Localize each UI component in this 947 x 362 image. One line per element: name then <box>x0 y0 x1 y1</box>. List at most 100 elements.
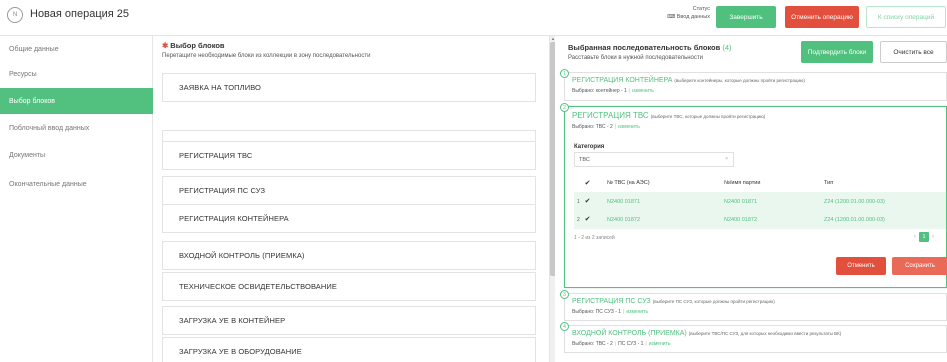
selected-prefix: Выбрано: <box>572 341 596 347</box>
status-label: Статус <box>692 6 710 12</box>
sequence-card[interactable]: 3 РЕГИСТРАЦИЯ ПС СУЗ (выберите ПС СУЗ, ко… <box>560 290 947 321</box>
next-page-icon[interactable]: › <box>932 234 934 240</box>
sequence-card[interactable]: 4 ВХОДНОЙ КОНТРОЛЬ (ПРИЕМКА) (выберите ТВ… <box>560 322 947 353</box>
sidebar-item-documents[interactable]: Документы <box>0 142 153 168</box>
sequence-card-title: РЕГИСТРАЦИЯ ТВС (выберите ТВС, которые до… <box>572 111 765 120</box>
tvs-number-cell: N2400 01872 <box>607 216 641 223</box>
selected-item: ПС СУЗ - 1 <box>618 341 644 347</box>
table-row[interactable]: 1 ✔ N2400 01871 N2400 01871 Z24 (1200.01… <box>574 192 946 212</box>
sequence-number: 4 <box>560 322 569 331</box>
required-star-icon: ✱ <box>162 41 169 50</box>
block-card[interactable]: ЗАЯВКА НА ТОПЛИВО <box>162 73 536 102</box>
sidebar-item-block-data-entry[interactable]: Поблочный ввод данных <box>0 115 153 141</box>
row-checkbox[interactable]: ✔ <box>584 210 594 229</box>
batch-cell: N2400 01872 <box>724 216 758 223</box>
checkmark-icon: ✔ <box>584 198 591 205</box>
to-operation-list-button[interactable]: К списку операций <box>866 6 946 28</box>
sequence-title: Выбранная последовательность блоков (4) <box>568 43 732 52</box>
status-value: ⌨ Ввод данных <box>660 13 710 21</box>
block-collection-title: ✱ Выбор блоков <box>162 41 225 50</box>
block-collection-subtitle: Перетащите необходимые блоки из коллекци… <box>162 53 371 59</box>
sequence-card-note: (выберите ТВС, которые должны пройти рег… <box>650 114 766 119</box>
operation-icon: N <box>7 7 23 23</box>
block-card[interactable]: РЕГИСТРАЦИЯ ТВС <box>162 141 536 170</box>
sequence-card-title: РЕГИСТРАЦИЯ КОНТЕЙНЕРА (выберите контейне… <box>572 77 805 84</box>
block-card[interactable]: ЗАГРУЗКА УЕ В ОБОРУДОВАНИЕ <box>162 337 536 362</box>
sequence-card-title-text: РЕГИСТРАЦИЯ ТВС <box>572 111 649 120</box>
page-number[interactable]: 1 <box>919 232 929 242</box>
cancel-operation-button[interactable]: Отменить операцию <box>785 6 859 28</box>
header-bar: N Новая операция 25 Статус ⌨ Ввод данных… <box>0 0 947 36</box>
type-cell: Z24 (1200.01.00.000-03) <box>824 198 885 205</box>
change-link[interactable]: изменить <box>649 341 671 347</box>
sequence-card-note: (выберите контейнеры, которые должны про… <box>674 78 805 83</box>
select-all-checkbox[interactable]: ✔ <box>584 174 594 192</box>
page-title: Новая операция 25 <box>30 8 130 20</box>
block-card[interactable]: РЕГИСТРАЦИЯ ПС СУЗ <box>162 176 536 205</box>
sequence-subtitle: Расставьте блоки в нужной последовательн… <box>568 55 703 61</box>
sidebar-item-block-selection[interactable]: Выбор блоков <box>0 88 153 114</box>
sidebar-item-final-data[interactable]: Окончательные данные <box>0 171 153 197</box>
sequence-panel: Выбранная последовательность блоков (4) … <box>555 36 947 362</box>
sequence-number: 1 <box>560 69 569 78</box>
change-link[interactable]: изменить <box>632 88 654 94</box>
confirm-blocks-button[interactable]: Подтвердить блоки <box>801 41 873 63</box>
pagination: ‹ 1 › <box>914 231 934 243</box>
selected-item: контейнер - 1 <box>595 88 627 94</box>
checkmark-icon: ✔ <box>584 216 591 223</box>
category-select[interactable]: ТВС × <box>574 152 734 167</box>
table-row[interactable]: 2 ✔ N2400 01872 N2400 01872 Z24 (1200.01… <box>574 210 946 230</box>
category-label: Категория <box>574 144 605 150</box>
finish-button[interactable]: Завершить <box>716 6 776 28</box>
tvs-number-cell: N2400 01871 <box>607 198 641 205</box>
sidebar-item-resources[interactable]: Ресурсы <box>0 61 153 87</box>
column-header[interactable]: №/имя партии <box>724 174 760 192</box>
clear-icon[interactable]: × <box>725 156 728 162</box>
selected-prefix: Выбрано: <box>572 88 596 94</box>
block-card[interactable]: ЗАГРУЗКА УЕ В КОНТЕЙНЕР <box>162 306 536 335</box>
sidebar: Общие данные Ресурсы Выбор блоков Поблоч… <box>0 36 153 362</box>
sequence-card-title: РЕГИСТРАЦИЯ ПС СУЗ (выберите ПС СУЗ, кото… <box>572 298 775 305</box>
category-select-value: ТВС <box>579 156 590 163</box>
sequence-card-selection: Выбрано: ТВС - 2 | изменить <box>572 124 640 130</box>
column-header[interactable]: № ТВС (на АЭС) <box>607 174 650 192</box>
row-number: 1 <box>577 198 580 205</box>
sequence-number: 2 <box>560 103 569 112</box>
selected-item: ТВС - 2 <box>595 341 613 347</box>
sequence-card-title-text: ВХОДНОЙ КОНТРОЛЬ (ПРИЕМКА) <box>572 330 687 337</box>
card-cancel-button[interactable]: Отменить <box>836 257 886 275</box>
block-collection-title-text: Выбор блоков <box>170 41 225 50</box>
block-card[interactable]: ТЕХНИЧЕСКОЕ ОСВИДЕТЕЛЬСТВОВАНИЕ <box>162 272 536 301</box>
card-save-button[interactable]: Сохранить <box>892 257 947 275</box>
sequence-card-note: (выберите ТВС/ПС СУЗ, для которых необхо… <box>688 331 842 336</box>
selected-prefix: Выбрано: <box>572 124 596 130</box>
sequence-card-selection: Выбрано: ПС СУЗ - 1 | изменить <box>572 309 649 315</box>
clear-all-button[interactable]: Очистить все <box>880 41 947 63</box>
status-value-text: Ввод данных <box>676 14 710 20</box>
sequence-card-selection: Выбрано: ТВС - 2 | ПС СУЗ - 1 | изменить <box>572 341 671 347</box>
sequence-card-expanded[interactable]: 2 РЕГИСТРАЦИЯ ТВС (выберите ТВС, которые … <box>560 103 947 288</box>
column-header[interactable]: Тип <box>824 174 833 192</box>
sequence-card-title-text: РЕГИСТРАЦИЯ КОНТЕЙНЕРА <box>572 77 673 84</box>
sequence-title-text: Выбранная последовательность блоков <box>568 43 721 52</box>
sequence-card[interactable]: 1 РЕГИСТРАЦИЯ КОНТЕЙНЕРА (выберите контей… <box>560 69 947 101</box>
selected-item: ПС СУЗ - 1 <box>595 309 622 315</box>
sequence-number: 3 <box>560 290 569 299</box>
change-link[interactable]: изменить <box>626 309 648 315</box>
prev-page-icon[interactable]: ‹ <box>914 234 916 240</box>
type-cell: Z24 (1200.01.00.000-03) <box>824 216 885 223</box>
sequence-card-title: ВХОДНОЙ КОНТРОЛЬ (ПРИЕМКА) (выберите ТВС/… <box>572 330 841 337</box>
change-link[interactable]: изменить <box>618 124 640 130</box>
sidebar-item-general[interactable]: Общие данные <box>0 36 153 62</box>
block-card[interactable]: РЕГИСТРАЦИЯ КОНТЕЙНЕРА <box>162 204 536 233</box>
sequence-count: (4) <box>722 43 732 52</box>
checkmark-icon: ✔ <box>584 179 591 187</box>
sequence-card-title-text: РЕГИСТРАЦИЯ ПС СУЗ <box>572 298 651 305</box>
row-checkbox[interactable]: ✔ <box>584 192 594 211</box>
row-number: 2 <box>577 216 580 223</box>
sequence-card-note: (выберите ПС СУЗ, которые должны пройти … <box>652 299 775 304</box>
block-card[interactable]: ВХОДНОЙ КОНТРОЛЬ (ПРИЕМКА) <box>162 241 536 270</box>
selected-item: ТВС - 2 <box>595 124 613 130</box>
batch-cell: N2400 01871 <box>724 198 758 205</box>
table-header: ✔ № ТВС (на АЭС) №/имя партии Тип <box>574 174 946 192</box>
